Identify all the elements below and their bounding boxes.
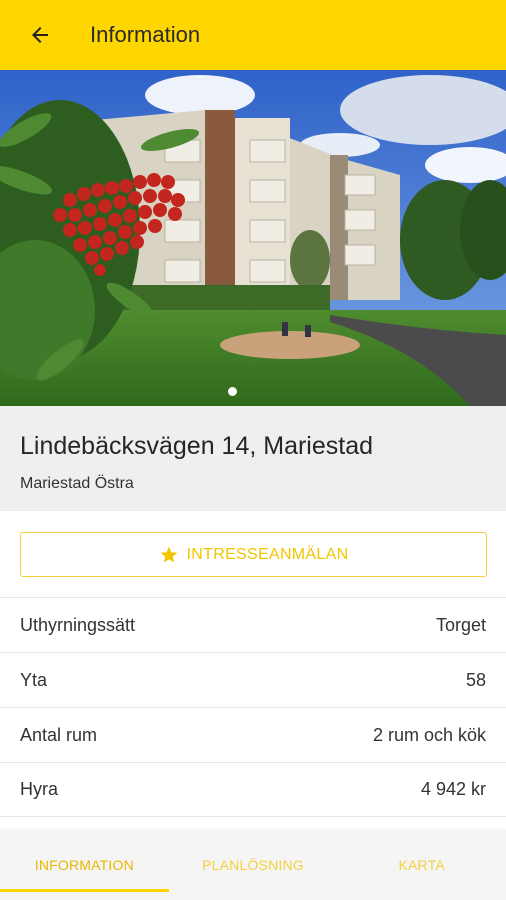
tab-map[interactable]: KARTA [337, 830, 506, 900]
carousel-indicator-dot [228, 387, 237, 396]
detail-row-rooms: Antal rum 2 rum och kök [0, 707, 506, 762]
star-icon [160, 546, 177, 562]
detail-label: Uthyrningssätt [20, 614, 136, 635]
details-list: Uthyrningssätt Torget Yta 58 Antal rum 2… [0, 597, 506, 817]
detail-label: Yta [20, 669, 48, 690]
back-button[interactable] [0, 0, 80, 70]
bottom-tab-bar: INFORMATION PLANLÖSNING KARTA [0, 830, 506, 900]
tab-floor-plan[interactable]: PLANLÖSNING [169, 830, 338, 900]
page-title: Information [90, 22, 201, 47]
interest-registration-button[interactable]: INTRESSEANMÄLAN [20, 532, 487, 577]
hero-image-carousel[interactable] [0, 70, 506, 406]
app-bar: Information [0, 0, 506, 70]
detail-value: 4 942 kr [420, 779, 486, 799]
interest-button-label: INTRESSEANMÄLAN [186, 545, 349, 563]
listing-header: Lindebäcksvägen 14, Mariestad Mariestad … [0, 406, 506, 511]
detail-row-rent: Hyra 4 942 kr [0, 762, 506, 817]
arrow-left-icon [32, 27, 48, 43]
listing-area: Mariestad Östra [20, 475, 134, 492]
tab-information[interactable]: INFORMATION [0, 830, 169, 900]
detail-value: Torget [435, 614, 486, 635]
detail-label: Antal rum [20, 724, 98, 745]
apartment-building-photo [0, 70, 506, 406]
listing-address: Lindebäcksvägen 14, Mariestad [20, 432, 374, 460]
detail-value: 58 [465, 669, 486, 690]
detail-label: Hyra [20, 779, 59, 799]
detail-row-rental-method: Uthyrningssätt Torget [0, 597, 506, 652]
detail-row-area: Yta 58 [0, 652, 506, 707]
detail-value: 2 rum och kök [372, 724, 486, 745]
